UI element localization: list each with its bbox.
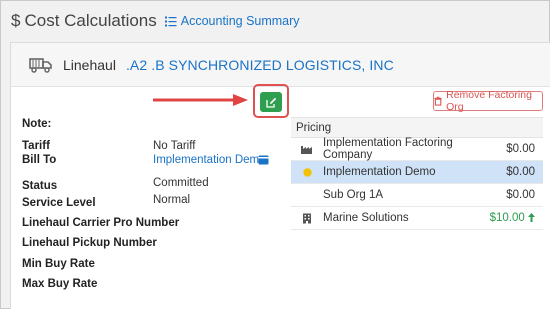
- note-label: Note:: [22, 118, 52, 130]
- bill-to-link[interactable]: Implementation Demo: [153, 154, 266, 166]
- dollar-icon: $: [11, 11, 21, 30]
- factory-icon: [301, 146, 312, 154]
- linehaul-card-header: Linehaul .A2 .B SYNCHRONIZED LOGISTICS, …: [11, 43, 550, 87]
- status-value: Committed: [153, 177, 209, 189]
- annotation-arrow-icon: [153, 94, 248, 106]
- bill-to-label: Bill To: [22, 154, 57, 166]
- amount-value: $10.00: [489, 212, 525, 224]
- pricing-row-amount: $0.00: [506, 166, 535, 178]
- min-buy-rate-label: Min Buy Rate: [22, 258, 95, 270]
- carrier-pro-number-label: Linehaul Carrier Pro Number: [22, 217, 180, 229]
- pricing-row-name: Sub Org 1A: [323, 189, 384, 201]
- pricing-row-name: Marine Solutions: [323, 212, 409, 224]
- pricing-row-name: Implementation Demo: [323, 166, 436, 178]
- pricing-table: Pricing Implementation Factoring Company…: [291, 117, 543, 230]
- pickup-number-label: Linehaul Pickup Number: [22, 237, 157, 249]
- card-icon[interactable]: [258, 155, 269, 165]
- pricing-row-name: Implementation Factoring Company: [323, 137, 453, 161]
- arrow-up-icon: [528, 213, 535, 222]
- remove-factoring-org-button[interactable]: Remove Factoring Org: [433, 89, 543, 113]
- pricing-row-amount: $10.00: [483, 212, 543, 224]
- accounting-summary-label: Accounting Summary: [180, 14, 300, 28]
- linehaul-label: Linehaul: [63, 56, 116, 73]
- page-title: Cost Calculations: [24, 11, 157, 30]
- service-level-value: Normal: [153, 194, 191, 206]
- pricing-row-amount: $0.00: [506, 189, 535, 201]
- tariff-value: No Tariff: [153, 140, 196, 152]
- pricing-row-amount: $0.00: [506, 143, 535, 155]
- accounting-summary-link[interactable]: Accounting Summary: [164, 14, 300, 28]
- star-icon: [302, 167, 312, 177]
- page-header: $ Cost Calculations Accounting Summary: [11, 10, 300, 32]
- building-icon: [303, 213, 311, 223]
- list-icon: [164, 16, 177, 26]
- max-buy-rate-label: Max Buy Rate: [22, 278, 98, 290]
- pricing-row[interactable]: Sub Org 1A $0.00: [291, 184, 543, 207]
- service-level-label: Service Level: [22, 197, 96, 209]
- pricing-row[interactable]: Marine Solutions $10.00: [291, 207, 543, 230]
- carrier-link[interactable]: .A2 .B SYNCHRONIZED LOGISTICS, INC: [126, 57, 394, 73]
- pricing-row[interactable]: Implementation Factoring Company $0.00: [291, 137, 543, 161]
- status-label: Status: [22, 180, 58, 192]
- truck-icon: [29, 57, 52, 73]
- window: $ Cost Calculations Accounting Summary L…: [0, 0, 550, 309]
- tariff-label: Tariff: [22, 140, 50, 152]
- remove-factoring-org-label: Remove Factoring Org: [446, 89, 532, 113]
- pricing-row-selected[interactable]: Implementation Demo $0.00: [291, 161, 543, 184]
- pricing-title: Pricing: [291, 118, 543, 138]
- trash-icon: [434, 96, 442, 106]
- edit-icon: [265, 97, 276, 108]
- edit-button[interactable]: [260, 92, 282, 112]
